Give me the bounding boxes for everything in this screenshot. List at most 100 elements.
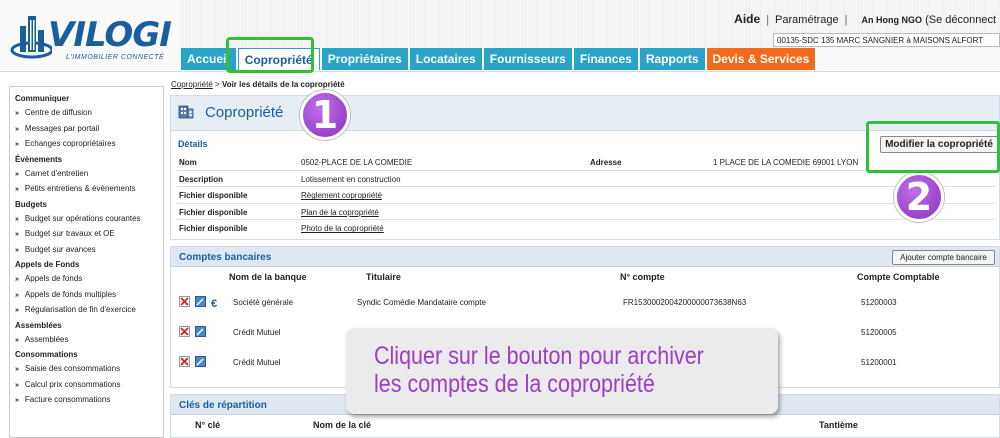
vilogi-logo[interactable]: VILOGI L'IMMOBILIER CONNECTÉ: [6, 8, 176, 66]
sidebar-item-budget-courantes[interactable]: » Budget sur opérations courantes: [10, 211, 163, 227]
sidebar-item-budget-avances[interactable]: » Budget sur avances: [10, 242, 163, 258]
breadcrumb-separator: >: [215, 80, 220, 89]
tab-highlight-frame: [226, 37, 314, 73]
sidebar-item-echanges[interactable]: » Echanges copropriétaires: [10, 136, 163, 152]
bank-holder: Syndic Comédie Mandataire compte: [357, 298, 486, 307]
col-tantieme: Tantième: [819, 420, 858, 430]
sidebar-item-carnet[interactable]: » Carnet d'entretien: [10, 166, 163, 182]
tab-devis-services[interactable]: Devis & Services: [706, 48, 816, 70]
edit-icon[interactable]: [195, 326, 206, 337]
tab-finances[interactable]: Finances: [573, 48, 638, 70]
logo-tagline: L'IMMOBILIER CONNECTÉ: [66, 54, 165, 61]
col-account-number: N° compte: [620, 272, 665, 282]
col-key-name: Nom de la clé: [313, 420, 372, 430]
bank-row: € Société générale Syndic Comédie Mandat…: [171, 287, 999, 317]
user-name: An Hong NGO: [861, 15, 923, 25]
chevron-right-icon: »: [15, 186, 19, 193]
bank-ledger-account: 51200003: [861, 298, 897, 307]
step-badge-1: 1: [300, 90, 350, 140]
aide-link[interactable]: Aide: [734, 12, 760, 26]
sidebar-item-appels-fonds[interactable]: » Appels de fonds: [10, 271, 163, 287]
sidebar-item-label: Budget sur avances: [24, 244, 96, 254]
delete-icon[interactable]: [179, 326, 190, 337]
sidebar-item-budget-travaux[interactable]: » Budget sur travaux et OE: [10, 226, 163, 242]
chevron-right-icon: »: [15, 366, 19, 373]
building-icon: [178, 105, 194, 119]
app-header: VILOGI L'IMMOBILIER CONNECTÉ Aide | Paramé…: [0, 0, 1000, 72]
col-bank-name: Nom de la banque: [229, 272, 307, 282]
sidebar-item-saisie-conso[interactable]: » Saisie des consommations: [10, 361, 163, 377]
sidebar-item-facture-conso[interactable]: » Facture consommations: [10, 392, 163, 408]
sidebar-item-petits-entretiens[interactable]: » Petits entretiens & évènements: [10, 181, 163, 197]
button-highlight-frame: [866, 121, 1000, 173]
col-holder: Titulaire: [366, 272, 401, 282]
col-ledger-account: Compte Comptable: [857, 272, 940, 282]
sidebar-item-calcul-prix[interactable]: » Calcul prix consommations: [10, 377, 163, 393]
description-label: Description: [179, 174, 224, 184]
chevron-right-icon: »: [15, 397, 19, 404]
bank-name: Crédit Mutuel: [233, 358, 281, 367]
sidebar-item-label: Appels de fonds multiples: [24, 289, 117, 299]
chevron-right-icon: »: [15, 170, 19, 178]
sidebar-item-centre-diffusion[interactable]: » Centre de diffusion: [10, 105, 163, 121]
bank-name: Société générale: [233, 298, 294, 307]
file-link-photo[interactable]: Photo de la copropriété: [301, 224, 384, 233]
sidebar-item-appels-multiples[interactable]: » Appels de fonds multiples: [10, 287, 163, 303]
file-label: Fichier disponible: [179, 224, 248, 234]
chevron-right-icon: »: [15, 215, 19, 223]
bank-accounts-title: Comptes bancaires: [179, 252, 272, 263]
tab-locataires[interactable]: Locataires: [409, 48, 482, 70]
bank-account-number: FR1530002004200000073638N63: [623, 298, 747, 307]
sidebar-item-messages-portail[interactable]: » Messages par portail: [10, 121, 163, 137]
nom-value: 0502-PLACE DE LA COMEDIE: [301, 158, 413, 167]
sidebar-item-regularisation[interactable]: » Régularisation de fin d'exercice: [10, 302, 163, 318]
sidebar-item-label: Assemblées: [24, 334, 69, 344]
chevron-right-icon: »: [15, 291, 19, 299]
sidebar-item-label: Carnet d'entretien: [24, 168, 89, 178]
callout-line-2: les comptes de la copropriété: [374, 370, 655, 398]
chevron-right-icon: »: [15, 246, 19, 254]
chevron-right-icon: »: [15, 276, 19, 283]
details-section-title: Détails: [178, 139, 208, 149]
lot-selector[interactable]: 00135-SDC 135 MARC SANGNIER à MAISONS AL…: [773, 33, 1000, 47]
sidebar-item-label: Appels de fonds: [24, 274, 83, 283]
sidebar-item-label: Régularisation de fin d'exercice: [24, 305, 136, 314]
bank-ledger-account: 51200001: [861, 358, 897, 367]
edit-icon[interactable]: [195, 296, 206, 307]
details-row: Fichier disponible Règlement copropriété: [177, 187, 995, 204]
logout-link[interactable]: (Se déconnect: [925, 14, 996, 26]
tab-fournisseurs[interactable]: Fournisseurs: [483, 48, 572, 70]
file-link-reglement[interactable]: Règlement copropriété: [301, 191, 382, 200]
sidebar-item-label: Budget sur opérations courantes: [24, 213, 141, 223]
parametrage-link[interactable]: Paramétrage: [775, 14, 839, 26]
sidebar-item-label: Centre de diffusion: [24, 108, 92, 117]
chevron-right-icon: »: [15, 110, 19, 117]
tab-rapports[interactable]: Rapports: [639, 48, 705, 70]
file-label: Fichier disponible: [179, 191, 248, 201]
add-bank-account-button[interactable]: Ajouter compte bancaire: [892, 250, 995, 265]
delete-icon[interactable]: [179, 296, 190, 307]
separator: |: [766, 14, 770, 26]
breadcrumb: Copropriété > Voir les détails de la cop…: [171, 80, 345, 89]
sidebar-item-assemblees[interactable]: » Assemblées: [10, 332, 163, 348]
details-row: Description Lotissement en construction: [177, 171, 995, 188]
sidebar-category-assemblees: Assemblées: [15, 320, 62, 330]
adresse-value: 1 PLACE DE LA COMEDIE 69001 LYON: [713, 158, 859, 167]
repartition-title: Clés de répartition: [179, 400, 267, 411]
sidebar: Communiquer » Centre de diffusion » Messag…: [9, 86, 164, 438]
tab-proprietaires[interactable]: Propriétaires: [321, 48, 408, 70]
file-link-plan[interactable]: Plan de la copropriété: [301, 208, 379, 217]
details-row: Fichier disponible Plan de la copropriét…: [177, 204, 995, 221]
sidebar-item-label: Facture consommations: [24, 395, 111, 404]
instruction-callout: Cliquer sur le bouton pour archiver les …: [346, 328, 778, 414]
col-key-number: N° clé: [195, 420, 221, 430]
sidebar-category-consommations: Consommations: [15, 350, 78, 359]
euro-icon[interactable]: €: [211, 298, 217, 310]
sidebar-category-evenements: Évènements: [15, 154, 63, 164]
edit-icon[interactable]: [195, 356, 206, 367]
step-badge-2: 2: [894, 172, 944, 222]
chevron-right-icon: »: [15, 125, 19, 133]
breadcrumb-root-link[interactable]: Copropriété: [171, 80, 213, 89]
delete-icon[interactable]: [179, 356, 190, 367]
sidebar-item-label: Echanges copropriétaires: [24, 139, 116, 148]
